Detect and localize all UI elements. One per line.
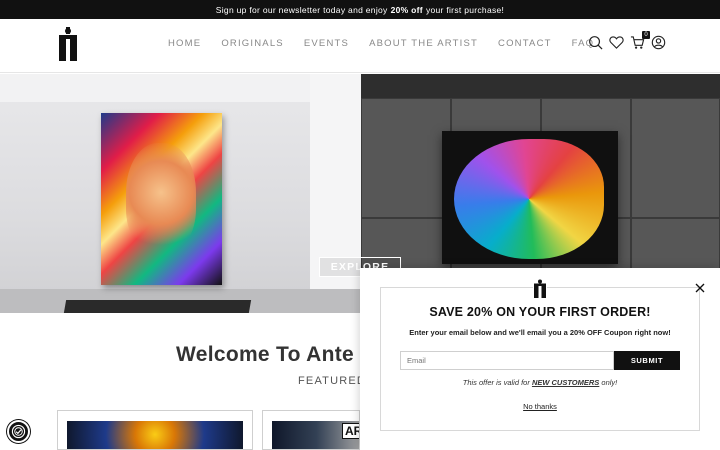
popup-title: SAVE 20% ON YOUR FIRST ORDER!	[429, 305, 651, 319]
gallery-ceiling-dark	[361, 74, 720, 98]
header-icons: 0	[588, 31, 666, 50]
featured-artwork-image: AR	[272, 421, 359, 449]
featured-card[interactable]: AR	[262, 410, 360, 450]
offer-note: This offer is valid for NEW CUSTOMERS on…	[360, 378, 720, 387]
no-thanks-link[interactable]: No thanks	[360, 402, 720, 411]
popup-subtitle: Enter your email below and we'll email y…	[409, 328, 671, 337]
nav-originals[interactable]: ORIGINALS	[221, 38, 284, 49]
accessibility-button[interactable]	[7, 420, 30, 443]
featured-artwork-image	[67, 421, 243, 449]
nav-contact[interactable]: CONTACT	[498, 38, 552, 49]
user-icon[interactable]	[651, 35, 666, 50]
painting-lion-detail	[454, 139, 604, 259]
heart-icon[interactable]	[609, 35, 624, 50]
nav-about-the-artist[interactable]: ABOUT THE ARTIST	[369, 38, 478, 49]
announcement-highlight: 20% off	[390, 4, 423, 15]
welcome-heading: Welcome To Ante	[176, 343, 354, 366]
site-header: HOME ORIGINALS EVENTS ABOUT THE ARTIST C…	[0, 19, 720, 73]
cart-button[interactable]: 0	[630, 31, 650, 50]
hero-gallery-white	[0, 74, 361, 313]
main-nav: HOME ORIGINALS EVENTS ABOUT THE ARTIST C…	[168, 38, 594, 49]
concrete-panel	[631, 98, 720, 218]
offer-text: This offer is valid for	[462, 378, 530, 387]
brand-logo[interactable]	[57, 27, 79, 61]
announcement-bar: Sign up for our newsletter today and enj…	[0, 0, 720, 19]
close-icon[interactable]	[694, 282, 706, 294]
featured-card[interactable]	[57, 410, 253, 450]
gallery-rug	[63, 300, 252, 313]
announcement-text-end: your first purchase!	[425, 4, 505, 15]
submit-button[interactable]: SUBMIT	[614, 351, 680, 370]
offer-highlight: NEW CUSTOMERS	[531, 378, 600, 387]
painting-woman-face	[101, 113, 222, 285]
nav-home[interactable]: HOME	[168, 38, 201, 49]
newsletter-popup: SAVE 20% ON YOUR FIRST ORDER! Enter your…	[360, 268, 720, 450]
painting-face-detail	[126, 143, 196, 253]
nav-events[interactable]: EVENTS	[304, 38, 349, 49]
popup-brand-logo	[533, 279, 547, 298]
painting-lion	[442, 131, 618, 264]
gallery-wall	[310, 74, 361, 313]
cart-count-badge: 0	[642, 31, 650, 39]
announcement-text: Sign up for our newsletter today and enj…	[215, 4, 388, 15]
ar-badge: AR	[342, 423, 359, 439]
offer-text-end: only!	[601, 378, 618, 387]
concrete-panel	[361, 98, 451, 218]
featured-subheading: FEATURED	[298, 375, 367, 387]
accessibility-icon	[11, 424, 26, 439]
email-input[interactable]	[400, 351, 614, 370]
search-icon[interactable]	[588, 35, 603, 50]
gallery-ceiling	[0, 74, 361, 102]
